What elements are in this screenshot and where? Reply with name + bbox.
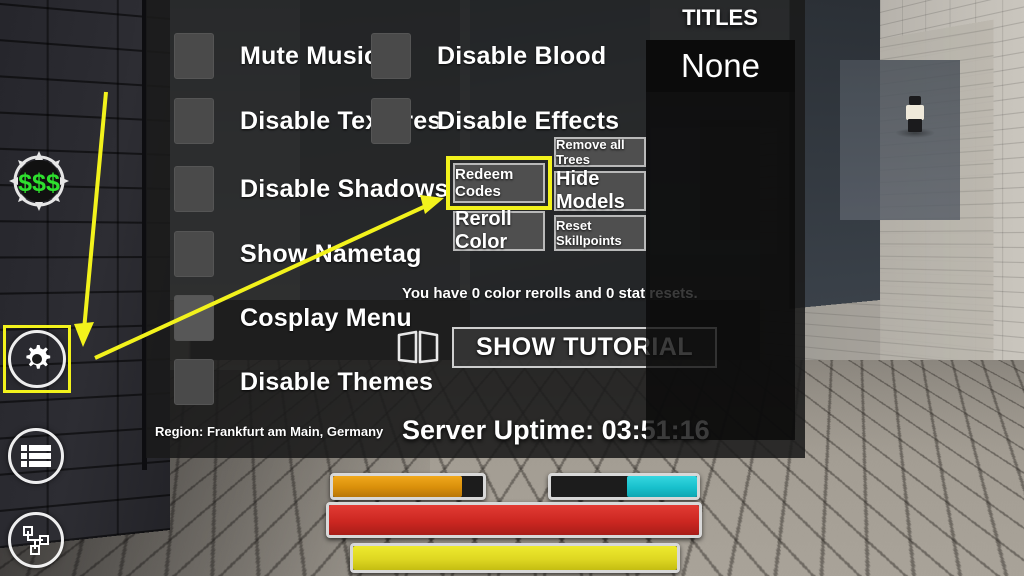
- title-item-none[interactable]: None: [646, 40, 795, 92]
- region-text: Region: Frankfurt am Main, Germany: [155, 424, 384, 439]
- redeem-codes-button[interactable]: Redeem Codes: [453, 163, 545, 203]
- reroll-color-button[interactable]: Reroll Color: [453, 208, 545, 253]
- checkbox-row-disable-shadows[interactable]: Disable Shadows: [174, 166, 449, 212]
- avatar-head: [909, 96, 921, 105]
- experience-bar: [350, 543, 680, 573]
- remove-all-trees-button[interactable]: Remove all Trees: [554, 137, 646, 167]
- stamina-bar-fill: [333, 476, 462, 497]
- checkbox-label-disable-blood: Disable Blood: [437, 41, 607, 70]
- money-label: $$$: [18, 169, 60, 197]
- titles-header: TITLES: [682, 5, 758, 30]
- player-avatar: [906, 96, 924, 132]
- skill-tree-ring: [8, 512, 64, 568]
- checkbox-show-nametag[interactable]: [174, 231, 214, 277]
- sidebar-item-skill-tree[interactable]: [8, 512, 64, 568]
- checkbox-disable-blood[interactable]: [371, 33, 411, 79]
- sidebar-item-menu[interactable]: [8, 428, 64, 484]
- special-bar-fill: [626, 476, 697, 497]
- checkbox-row-cosplay-menu[interactable]: Cosplay Menu: [174, 295, 412, 341]
- checkbox-disable-shadows[interactable]: [174, 166, 214, 212]
- health-bar: [326, 502, 702, 538]
- settings-ring: [8, 330, 66, 388]
- checkbox-label-mute-music: Mute Music: [240, 41, 379, 70]
- sidebar-item-money[interactable]: $$$: [6, 148, 72, 214]
- game-screen: Mute Music Disable Textures Disable Shad…: [0, 0, 1024, 576]
- checkbox-label-cosplay-menu: Cosplay Menu: [240, 303, 412, 332]
- gear-icon: [26, 345, 51, 369]
- skill-tree-icon: [23, 526, 49, 555]
- stamina-bar: [330, 473, 486, 500]
- checkbox-label-disable-shadows: Disable Shadows: [240, 174, 449, 203]
- menu-ring: [8, 428, 64, 484]
- titles-list[interactable]: None: [646, 40, 795, 440]
- checkbox-label-disable-effects: Disable Effects: [437, 106, 620, 135]
- special-bar: [548, 473, 700, 500]
- checkbox-cosplay-menu[interactable]: [174, 295, 214, 341]
- checkbox-disable-effects[interactable]: [371, 98, 411, 144]
- list-menu-icon: [21, 445, 51, 467]
- checkbox-row-mute-music[interactable]: Mute Music: [174, 33, 378, 79]
- checkbox-disable-textures[interactable]: [174, 98, 214, 144]
- checkbox-row-disable-themes[interactable]: Disable Themes: [174, 359, 433, 405]
- hide-models-button[interactable]: Hide Models: [554, 168, 646, 213]
- book-icon: [396, 329, 440, 367]
- reset-skillpoints-button[interactable]: Reset Skillpoints: [554, 215, 646, 251]
- checkbox-label-show-nametag: Show Nametag: [240, 239, 422, 268]
- checkbox-mute-music[interactable]: [174, 33, 214, 79]
- checkbox-disable-themes[interactable]: [174, 359, 214, 405]
- avatar-torso: [906, 105, 924, 120]
- avatar-legs: [908, 119, 922, 132]
- health-bar-fill: [329, 505, 699, 535]
- sidebar-item-settings[interactable]: [8, 330, 66, 388]
- checkbox-row-disable-blood[interactable]: Disable Blood: [371, 33, 606, 79]
- dark-building-secondary: [840, 60, 960, 220]
- checkbox-row-show-nametag[interactable]: Show Nametag: [174, 231, 422, 277]
- experience-bar-fill: [353, 546, 677, 570]
- checkbox-label-disable-themes: Disable Themes: [240, 367, 434, 396]
